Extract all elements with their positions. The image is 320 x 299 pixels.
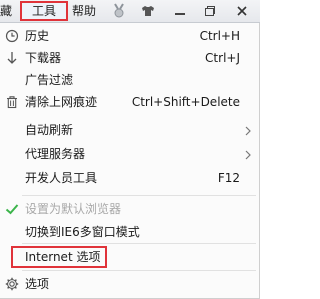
chevron-right-icon (244, 125, 252, 136)
shortcut-text: F12 (217, 171, 240, 185)
gear-icon (4, 276, 20, 292)
menu-item-ad-filter[interactable]: 广告过滤 (0, 69, 258, 91)
menu-item-set-default-browser: 设置为默认浏览器 (0, 198, 258, 220)
menu-item-label: 设置为默认浏览器 (25, 202, 122, 216)
menu-item-label: 广告过滤 (25, 73, 74, 87)
chevron-right-icon (244, 149, 252, 160)
menu-item-label: 下载器 (25, 51, 62, 65)
menu-bar: 藏 工具 帮助 (0, 0, 260, 23)
menu-item-label: 代理服务器 (25, 147, 86, 161)
restore-window-icon[interactable] (196, 1, 224, 20)
menu-tab-favorites-partial[interactable]: 藏 (0, 2, 14, 20)
menu-item-dev-tools[interactable]: 开发人员工具 F12 (0, 167, 258, 189)
close-icon[interactable] (228, 1, 256, 20)
minimize-icon[interactable] (166, 1, 194, 20)
menu-separator (22, 243, 256, 244)
highlight-box (11, 246, 107, 268)
medal-icon[interactable] (110, 3, 128, 19)
skin-shirt-icon[interactable] (134, 1, 162, 20)
menu-item-label: 选项 (25, 277, 50, 291)
menu-separator (22, 270, 256, 271)
shortcut-text: Ctrl+H (199, 29, 240, 43)
shortcut-text: Ctrl+J (205, 51, 240, 65)
check-icon (4, 201, 20, 217)
shortcut-text: Ctrl+Shift+Delete (131, 95, 240, 109)
trash-icon (4, 94, 20, 110)
menu-item-label: 清除上网痕迹 (25, 95, 98, 109)
menu-item-auto-refresh[interactable]: 自动刷新 (0, 119, 258, 141)
menu-item-history[interactable]: 历史 Ctrl+H (0, 25, 258, 47)
menu-item-label: 自动刷新 (25, 123, 74, 137)
tools-dropdown-menu: 历史 Ctrl+H 下载器 Ctrl+J 广告过滤 清除上网痕迹 Ctrl+Sh… (0, 23, 260, 299)
menu-item-clear-traces[interactable]: 清除上网痕迹 Ctrl+Shift+Delete (0, 91, 258, 113)
menu-item-label: 切换到IE6多窗口模式 (25, 225, 140, 239)
menu-tab-tools[interactable]: 工具 (20, 1, 68, 21)
menu-item-proxy[interactable]: 代理服务器 (0, 143, 258, 165)
menu-item-label: 历史 (25, 29, 50, 43)
menu-tab-help[interactable]: 帮助 (72, 2, 102, 20)
menu-item-ie6-mode[interactable]: 切换到IE6多窗口模式 (0, 221, 258, 243)
menu-item-downloads[interactable]: 下载器 Ctrl+J (0, 47, 258, 69)
download-arrow-icon (4, 50, 20, 66)
menu-item-options[interactable]: 选项 (0, 273, 258, 295)
menu-item-label: 开发人员工具 (25, 171, 98, 185)
menu-separator (22, 195, 256, 196)
clock-icon (4, 28, 20, 44)
